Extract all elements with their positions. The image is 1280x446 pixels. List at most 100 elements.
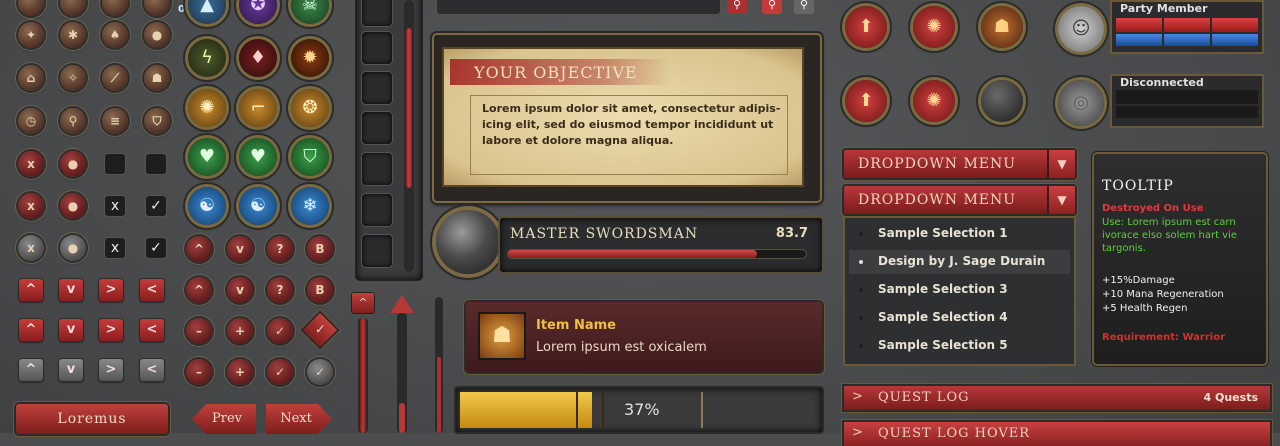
next-button[interactable]: Next: [266, 404, 332, 434]
arrow-down-icon[interactable]: v: [227, 277, 253, 303]
quest-log-hover-bar[interactable]: > Quest Log Hover: [844, 422, 1270, 446]
dot-icon[interactable]: ●: [60, 235, 86, 261]
heart-green-icon[interactable]: ♥: [239, 138, 277, 176]
tri-swirl-gold-icon[interactable]: ❂: [291, 89, 329, 127]
arrow-down-icon[interactable]: v: [59, 319, 83, 341]
plus-icon[interactable]: +: [227, 318, 253, 344]
close-icon[interactable]: x: [18, 235, 44, 261]
empty-orb-icon[interactable]: [981, 80, 1023, 122]
close-icon[interactable]: x: [18, 193, 44, 219]
arrow-up-icon[interactable]: ⬆: [845, 6, 887, 48]
dropdown-option[interactable]: Sample Selection 3: [878, 282, 1008, 296]
bronze-cog-icon[interactable]: ✱: [60, 22, 86, 48]
helm-icon[interactable]: ☗: [981, 6, 1023, 48]
search-icon[interactable]: ⚲: [727, 0, 747, 14]
minus-icon[interactable]: –: [186, 359, 212, 385]
arrow-up-icon[interactable]: ^: [19, 279, 43, 301]
search-icon[interactable]: ⚲: [762, 0, 782, 14]
prev-button[interactable]: Prev: [192, 404, 256, 434]
heart-green-icon[interactable]: ♥: [188, 138, 226, 176]
bronze-icon[interactable]: [102, 0, 128, 16]
checkbox-empty[interactable]: [146, 154, 166, 174]
avatar[interactable]: ◎: [1058, 80, 1104, 126]
bronze-scroll-icon[interactable]: ≡: [102, 108, 128, 134]
minus-icon[interactable]: –: [186, 318, 212, 344]
dropdown-option[interactable]: Sample Selection 4: [878, 310, 1008, 324]
checkbox-x[interactable]: x: [105, 238, 125, 258]
diamond-check-icon[interactable]: ✓: [303, 313, 337, 347]
bronze-search-icon[interactable]: ⚲: [60, 108, 86, 134]
bronze-bag-icon[interactable]: ●: [144, 22, 170, 48]
inventory-slot[interactable]: [362, 72, 392, 104]
chevron-down-icon[interactable]: ▼: [1047, 186, 1075, 214]
arrow-right-icon[interactable]: >: [99, 319, 123, 341]
thin-slider-track[interactable]: [435, 297, 443, 433]
inventory-slot[interactable]: [362, 235, 392, 267]
check-icon[interactable]: ✓: [307, 359, 333, 385]
pentagram-icon[interactable]: ✪: [239, 0, 277, 24]
quest-log-bar[interactable]: > Quest Log 4 Quests: [844, 386, 1270, 410]
scroll-up-button[interactable]: ^: [352, 293, 374, 313]
search-icon[interactable]: ⚲: [794, 0, 814, 14]
check-icon[interactable]: ✓: [267, 359, 293, 385]
avatar[interactable]: ☺: [1058, 6, 1104, 52]
question-icon[interactable]: ?: [267, 236, 293, 262]
dropdown-menu-open[interactable]: Dropdown Menu ▼: [844, 186, 1075, 214]
dot-icon[interactable]: ●: [60, 193, 86, 219]
plus-icon[interactable]: +: [227, 359, 253, 385]
slider-handle-arrow[interactable]: [390, 295, 414, 313]
checkbox-checked[interactable]: ✓: [146, 238, 166, 258]
bronze-mushroom-icon[interactable]: ♠: [102, 22, 128, 48]
arrow-up-icon[interactable]: ^: [19, 319, 43, 341]
dropdown-menu[interactable]: Dropdown Menu ▼: [844, 150, 1075, 178]
arrow-left-icon[interactable]: <: [140, 359, 164, 381]
vertical-slider-track[interactable]: [358, 318, 368, 433]
arrow-left-icon[interactable]: <: [140, 319, 164, 341]
bronze-lock-icon[interactable]: ⌂: [18, 65, 44, 91]
bronze-map-icon[interactable]: ✧: [60, 65, 86, 91]
b-icon[interactable]: B: [307, 277, 333, 303]
b-icon[interactable]: B: [307, 236, 333, 262]
arrow-right-icon[interactable]: >: [99, 279, 123, 301]
dropdown-option[interactable]: Sample Selection 5: [878, 338, 1008, 352]
dropdown-option[interactable]: Sample Selection 1: [878, 226, 1008, 240]
arrow-down-icon[interactable]: v: [227, 236, 253, 262]
skull-icon[interactable]: ☠: [291, 0, 329, 24]
yin-yang-icon[interactable]: ☯: [188, 187, 226, 225]
dropdown-option-selected[interactable]: Design by J. Sage Durain: [878, 254, 1045, 268]
vertical-slider-track[interactable]: [397, 313, 407, 433]
bronze-helm-icon[interactable]: ☗: [144, 65, 170, 91]
arrow-right-icon[interactable]: >: [99, 359, 123, 381]
inventory-slot[interactable]: [362, 32, 392, 64]
bronze-icon[interactable]: [144, 0, 170, 16]
check-icon[interactable]: ✓: [267, 318, 293, 344]
checkbox-checked[interactable]: ✓: [146, 196, 166, 216]
inventory-slot[interactable]: [362, 112, 392, 144]
arrow-up-icon[interactable]: ^: [186, 277, 212, 303]
bronze-icon[interactable]: [18, 0, 44, 16]
lightning-icon[interactable]: ϟ: [188, 39, 226, 77]
shield-green-icon[interactable]: ⛉: [291, 138, 329, 176]
ice-mountain-icon[interactable]: ▲: [188, 0, 226, 24]
close-icon[interactable]: x: [18, 151, 44, 177]
fire-icon[interactable]: ✹: [291, 39, 329, 77]
boot-gold-icon[interactable]: ⌐: [239, 89, 277, 127]
blood-drop-icon[interactable]: ♦: [239, 39, 277, 77]
question-icon[interactable]: ?: [267, 277, 293, 303]
scrollbar-track[interactable]: [404, 0, 414, 272]
dot-icon[interactable]: ●: [60, 151, 86, 177]
cog-icon[interactable]: ✺: [913, 6, 955, 48]
arrow-down-icon[interactable]: v: [59, 359, 83, 381]
arrow-up-icon[interactable]: ^: [186, 236, 212, 262]
search-input[interactable]: [437, 0, 720, 14]
cog-icon[interactable]: ✺: [913, 80, 955, 122]
bronze-icon[interactable]: [60, 0, 86, 16]
chevron-down-icon[interactable]: ▼: [1047, 150, 1075, 178]
arrow-up-icon[interactable]: ^: [19, 359, 43, 381]
bronze-clock-icon[interactable]: ◷: [18, 108, 44, 134]
arrow-down-icon[interactable]: v: [59, 279, 83, 301]
checkbox-x[interactable]: x: [105, 196, 125, 216]
arrow-left-icon[interactable]: <: [140, 279, 164, 301]
inventory-slot[interactable]: [362, 194, 392, 226]
bronze-gear-icon[interactable]: ✦: [18, 22, 44, 48]
